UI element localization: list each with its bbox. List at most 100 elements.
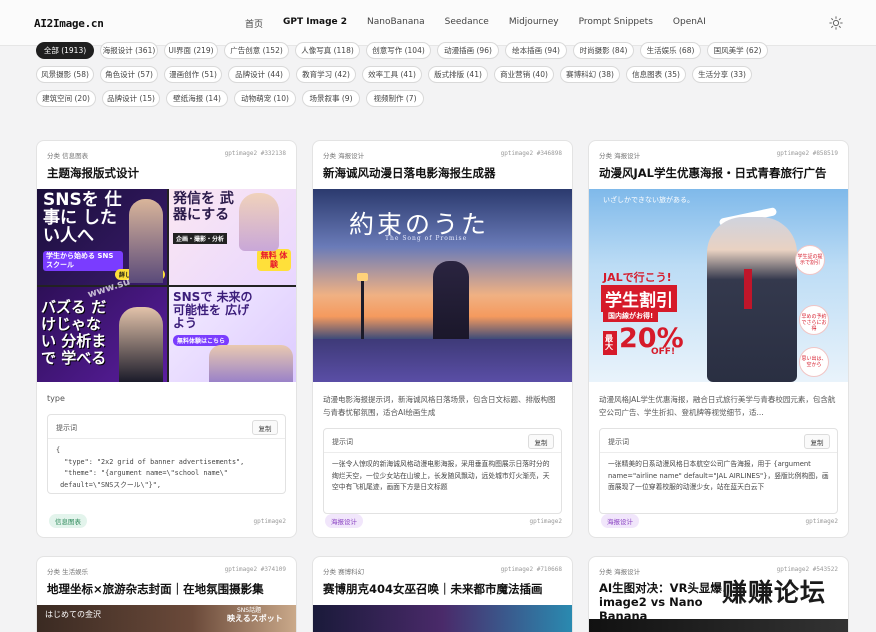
info-bubble: 思い出は、空から [799,347,829,377]
prompt-label: 提示词 [56,424,77,432]
filter-chip[interactable]: 时尚摄影 (84) [573,42,634,59]
card-image[interactable]: SNSを 仕事に したい人へ 学生から始める SNSスクール 詳しくはこちら 発… [37,189,296,382]
copy-button[interactable]: 复制 [528,434,554,449]
prompt-card[interactable]: 分类 赛博科幻 gptimage2 #710668 赛博朋克404女巫召唤｜未来… [312,556,573,632]
prompt-text[interactable]: { "type": "2x2 grid of banner advertisem… [56,445,277,491]
filter-chip[interactable]: 生活娱乐 (68) [640,42,701,59]
filter-chip[interactable]: 漫画创作 (51) [164,66,222,83]
filter-chip[interactable]: 角色设计 (57) [100,66,158,83]
poster-line: 国内線がお得! [603,310,659,322]
nav-item-midjourney[interactable]: Midjourney [509,17,559,30]
lamp-light [357,273,368,281]
prompt-card[interactable]: 分类 海报设计 gptimage2 #346898 新海诚风动漫日落电影海报生成… [312,140,573,538]
anime-girl-illustration [707,217,797,382]
card-title[interactable]: 新海诚风动漫日落电影海报生成器 [323,165,564,181]
poster-line: 最大 [603,331,617,355]
card-id: gptimage2 #543522 [776,566,838,573]
banner-quadrant: SNSを 仕事に したい人へ 学生から始める SNSスクール 詳しくはこちら [37,189,167,285]
banner-subtext: 学生から始める SNSスクール [43,251,123,271]
card-title[interactable]: 主题海报版式设计 [47,165,288,181]
filter-chip[interactable]: 创意写作 (104) [366,42,431,59]
filter-chip[interactable]: 场景叙事 (9) [302,90,360,107]
copy-button[interactable]: 复制 [804,434,830,449]
filter-chip-all[interactable]: 全部 (1913) [36,42,94,59]
card-image[interactable]: 約束のうた The Song of Promise [313,189,572,382]
filter-row: 全部 (1913) 海报设计 (361) UI界面 (219) 广告创意 (15… [36,42,844,59]
card-id: gptimage2 #710668 [500,566,562,573]
nav-item-nanobanana[interactable]: NanoBanana [367,17,425,30]
filter-chip[interactable]: 海报设计 (361) [100,42,158,59]
filter-chip[interactable]: UI界面 (219) [164,42,218,59]
banner-subtext: 企画・撮影・分析 [173,233,228,244]
card-image[interactable]: いざしかできない旅がある。 JALで行こう! 学生割引 国内線がお得! 最大 2… [589,189,848,382]
filter-chip[interactable]: 赛博科幻 (38) [560,66,620,83]
card-meta: 分类 海报设计 gptimage2 #858519 [599,150,838,160]
filter-chip[interactable]: 国风美学 (62) [707,42,768,59]
filter-chip[interactable]: 品牌设计 (44) [228,66,290,83]
card-model: gptimage2 [805,518,838,525]
prompt-text[interactable]: 一张令人惊叹的新海诚风格动漫电影海报，采用垂直构图展示日落时分的绚烂天空，一位少… [332,459,553,509]
filter-chip[interactable]: 品牌设计 (15) [102,90,160,107]
copy-button[interactable]: 复制 [252,420,278,435]
nav-item-gpt-image-2[interactable]: GPT Image 2 [283,17,347,30]
card-meta: 分类 生活娱乐 gptimage2 #374109 [47,566,286,576]
card-title[interactable]: 赛博朋克404女巫召唤｜未来都市魔法插画 [323,581,564,597]
banner-headline: バズる だけじゃない 分析まで 学べる [41,298,107,367]
prompt-box-header: 提示词 复制 [48,415,285,439]
magazine-text: 映えるスポット [227,614,283,623]
banner-quadrant: SNSで 未来の可能性を 広げよう 無料体験はこちら [169,287,296,382]
card-tag[interactable]: 海报设计 [601,514,639,528]
prompt-card[interactable]: 分类 信息图表 gptimage2 #332138 主题海报版式设计 SNSを … [36,140,297,538]
nav-item-prompt-snippets[interactable]: Prompt Snippets [579,17,653,30]
poster-tagline: いざしかできない旅がある。 [603,196,694,204]
forum-watermark: 赚赚论坛 [722,578,827,607]
filter-chip[interactable]: 信息图表 (35) [626,66,686,83]
filter-chip[interactable]: 教育学习 (42) [296,66,356,83]
nav-item-openai[interactable]: OpenAI [673,17,706,30]
card-image[interactable] [313,605,572,632]
filter-chip[interactable]: 动漫插画 (96) [437,42,499,59]
card-title[interactable]: 动漫风JAL学生优惠海报・日式青春旅行广告 [599,165,840,181]
card-image[interactable] [589,619,848,632]
card-title[interactable]: 地理坐标×旅游杂志封面｜在地氛围摄影集 [47,581,288,597]
group-photo [209,345,293,382]
filter-chip[interactable]: 建筑空间 (20) [36,90,96,107]
site-logo[interactable]: AI2Image.cn [34,17,104,30]
filter-chip[interactable]: 绘本插画 (94) [505,42,567,59]
poster-line: JALで行こう! [603,271,672,284]
prompt-label: 提示词 [332,438,353,446]
filter-chip[interactable]: 动物萌宠 (10) [234,90,296,107]
prompt-card[interactable]: 分类 海报设计 gptimage2 #858519 动漫风JAL学生优惠海报・日… [588,140,849,538]
banner-badge: 無料 体験 [257,249,291,271]
prompt-card[interactable]: 分类 生活娱乐 gptimage2 #374109 地理坐标×旅游杂志封面｜在地… [36,556,297,632]
filter-chip[interactable]: 生活分享 (33) [692,66,752,83]
poster-headline: 学生割引 [601,285,677,312]
filter-chip[interactable]: 广告创意 (152) [224,42,289,59]
filter-chip[interactable]: 人像写真 (118) [295,42,360,59]
person-illustration [129,199,163,283]
prompt-label: 提示词 [608,438,629,446]
person-illustration [119,307,163,382]
banner-quadrant: バズる だけじゃない 分析まで 学べる www.su [37,276,167,382]
necktie [744,269,752,309]
poster-subtitle: The Song of Promise [385,235,468,242]
card-tag[interactable]: 海报设计 [325,514,363,528]
filter-chip[interactable]: 视频制作 (7) [366,90,424,107]
card-id: gptimage2 #332138 [224,150,286,157]
prompt-box: 提示词 复制 一张令人惊叹的新海诚风格动漫电影海报，采用垂直构图展示日落时分的绚… [323,428,562,514]
filter-chip[interactable]: 版式排版 (41) [428,66,488,83]
filter-chip[interactable]: 商业营销 (40) [494,66,554,83]
filter-chip[interactable]: 风景摄影 (58) [36,66,94,83]
filter-chip[interactable]: 效率工具 (41) [362,66,422,83]
filter-chip[interactable]: 壁纸海报 (14) [166,90,228,107]
nav-item-home[interactable]: 首页 [245,17,263,30]
top-navigation-bar: AI2Image.cn 首页 GPT Image 2 NanoBanana Se… [0,0,876,46]
sun-icon[interactable] [829,16,843,30]
prompt-text[interactable]: 一张精美的日系动漫风格日本航空公司广告海报，用于 {argument name=… [608,459,829,509]
card-tag[interactable]: 信息图表 [49,514,87,528]
card-image[interactable]: はじめての金沢 SNS話題 映えるスポット [37,605,296,632]
info-bubble: 学生証の提示で割引 [795,245,825,275]
card-category: 分类 信息图表 [47,152,89,160]
nav-item-seedance[interactable]: Seedance [445,17,489,30]
prompt-box-header: 提示词 复制 [324,429,561,453]
